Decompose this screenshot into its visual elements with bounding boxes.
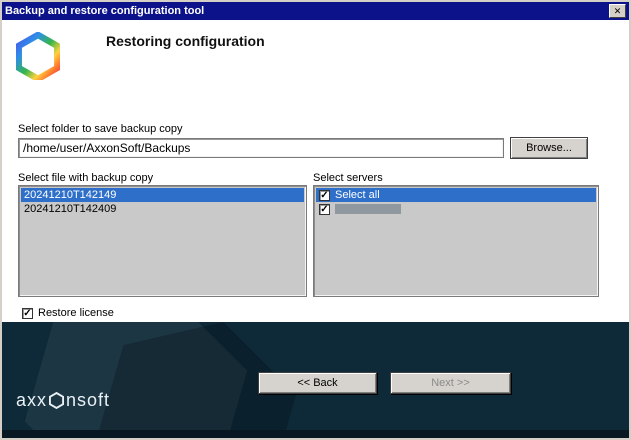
- backup-item-label: 20241210T142149: [24, 188, 116, 202]
- servers-list-label: Select servers: [313, 172, 383, 184]
- servers-listbox[interactable]: ✓ Select all ✓: [313, 185, 599, 297]
- brand-suffix: nsoft: [66, 390, 110, 411]
- select-all-label: Select all: [335, 188, 380, 202]
- backup-item[interactable]: 20241210T142409: [21, 202, 304, 216]
- folder-label: Select folder to save backup copy: [18, 123, 182, 135]
- brand-hexagon-icon: [49, 392, 64, 409]
- axxonsoft-wordmark: axx nsoft: [16, 390, 110, 411]
- server-item[interactable]: ✓: [316, 202, 596, 216]
- backup-item-label: 20241210T142409: [24, 202, 116, 216]
- next-button[interactable]: Next >>: [390, 372, 511, 394]
- backup-list-label: Select file with backup copy: [18, 172, 153, 184]
- titlebar[interactable]: Backup and restore configuration tool ✕: [2, 2, 629, 20]
- browse-button[interactable]: Browse...: [510, 137, 588, 159]
- axxonsoft-hexagon-logo: [16, 32, 60, 85]
- app-window: Backup and restore configuration tool ✕: [0, 0, 631, 440]
- close-icon[interactable]: ✕: [609, 4, 626, 18]
- server-checkbox[interactable]: ✓: [319, 204, 330, 215]
- folder-path-input[interactable]: [18, 138, 504, 158]
- back-button[interactable]: << Back: [258, 372, 377, 394]
- backup-file-listbox[interactable]: 20241210T142149 20241210T142409: [18, 185, 307, 297]
- select-all-checkbox[interactable]: ✓: [319, 190, 330, 201]
- select-all-item[interactable]: ✓ Select all: [316, 188, 596, 202]
- brand-prefix: axx: [16, 390, 47, 411]
- footer-bottom-strip: [2, 430, 629, 438]
- window-title: Backup and restore configuration tool: [5, 2, 609, 20]
- main-panel: Restoring configuration Select folder to…: [2, 20, 629, 322]
- restore-license-row[interactable]: ✓ Restore license: [22, 307, 114, 319]
- server-name-redacted: [335, 204, 401, 214]
- backup-item[interactable]: 20241210T142149: [21, 188, 304, 202]
- footer-panel: << Back Next >> axx nsoft: [2, 322, 629, 438]
- restore-license-label: Restore license: [38, 307, 114, 319]
- restore-license-checkbox[interactable]: ✓: [22, 308, 33, 319]
- page-title: Restoring configuration: [106, 33, 265, 49]
